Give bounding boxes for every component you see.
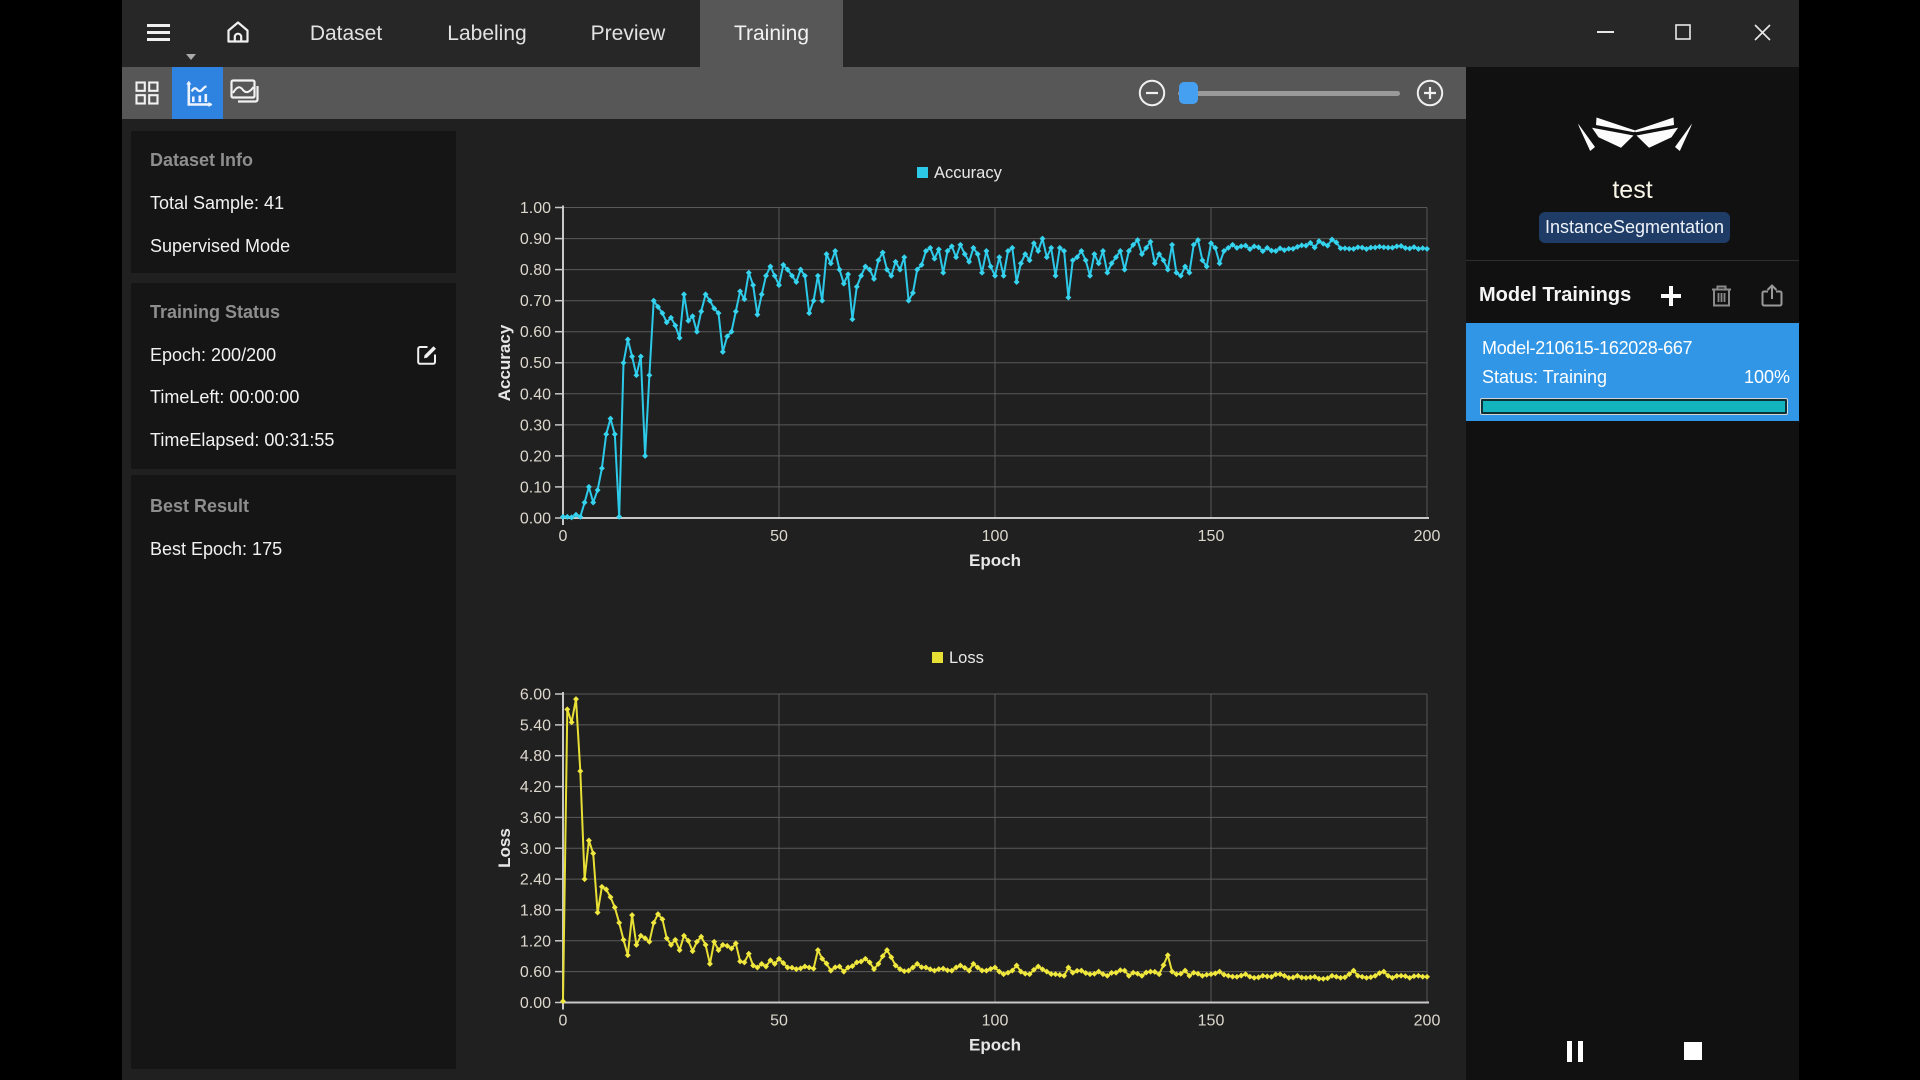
svg-text:0.40: 0.40 bbox=[520, 386, 551, 403]
svg-text:200: 200 bbox=[1414, 528, 1441, 545]
svg-text:150: 150 bbox=[1198, 1013, 1225, 1030]
svg-text:4.80: 4.80 bbox=[520, 748, 551, 765]
svg-text:0: 0 bbox=[559, 528, 568, 545]
svg-text:3.00: 3.00 bbox=[520, 841, 551, 858]
svg-text:Epoch: Epoch bbox=[969, 1036, 1021, 1055]
svg-text:0.60: 0.60 bbox=[520, 964, 551, 981]
svg-text:0.10: 0.10 bbox=[520, 479, 551, 496]
svg-text:0.50: 0.50 bbox=[520, 355, 551, 372]
svg-text:4.20: 4.20 bbox=[520, 779, 551, 796]
svg-text:0.90: 0.90 bbox=[520, 231, 551, 248]
svg-text:Loss: Loss bbox=[495, 828, 514, 868]
svg-text:0.70: 0.70 bbox=[520, 293, 551, 310]
svg-text:Accuracy: Accuracy bbox=[934, 164, 1003, 182]
svg-text:1.00: 1.00 bbox=[520, 200, 551, 217]
svg-text:Loss: Loss bbox=[949, 649, 984, 667]
svg-text:50: 50 bbox=[770, 528, 788, 545]
svg-text:0: 0 bbox=[559, 1013, 568, 1030]
svg-text:6.00: 6.00 bbox=[520, 687, 551, 704]
svg-text:100: 100 bbox=[982, 1013, 1009, 1030]
svg-text:5.40: 5.40 bbox=[520, 717, 551, 734]
svg-text:3.60: 3.60 bbox=[520, 810, 551, 827]
svg-text:2.40: 2.40 bbox=[520, 872, 551, 889]
svg-text:100: 100 bbox=[982, 528, 1009, 545]
svg-text:0.00: 0.00 bbox=[520, 511, 551, 528]
svg-text:150: 150 bbox=[1198, 528, 1225, 545]
svg-text:0.20: 0.20 bbox=[520, 448, 551, 465]
svg-text:1.20: 1.20 bbox=[520, 933, 551, 950]
svg-text:0.80: 0.80 bbox=[520, 262, 551, 279]
svg-text:0.00: 0.00 bbox=[520, 995, 551, 1012]
svg-text:Epoch: Epoch bbox=[969, 551, 1021, 570]
svg-text:200: 200 bbox=[1414, 1013, 1441, 1030]
svg-text:1.80: 1.80 bbox=[520, 902, 551, 919]
svg-text:Accuracy: Accuracy bbox=[495, 324, 514, 401]
svg-text:0.60: 0.60 bbox=[520, 324, 551, 341]
svg-text:50: 50 bbox=[770, 1013, 788, 1030]
svg-text:0.30: 0.30 bbox=[520, 417, 551, 434]
